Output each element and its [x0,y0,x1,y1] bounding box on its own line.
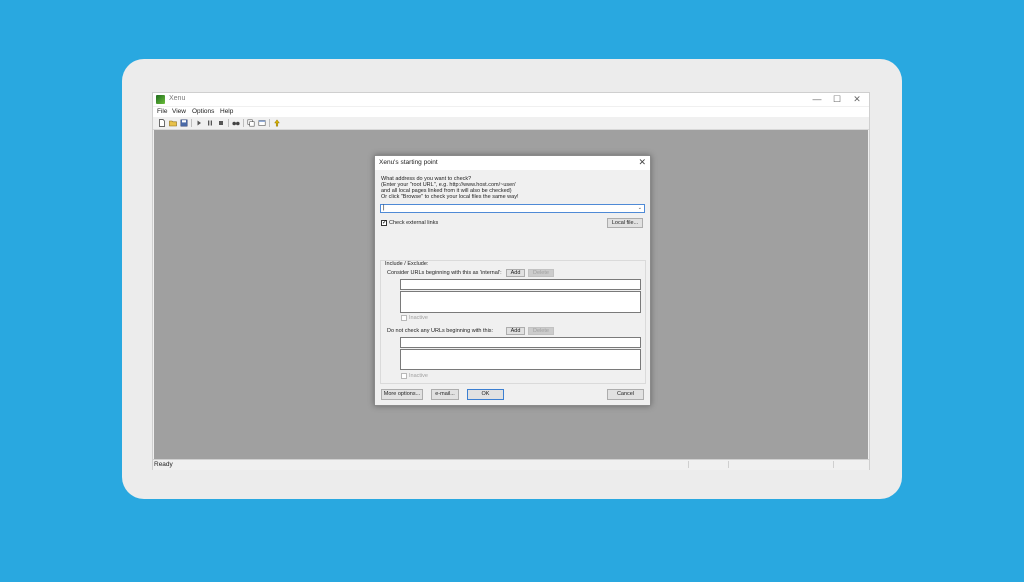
address-combobox[interactable]: | ⌄ [380,204,645,213]
status-segment [728,461,729,468]
close-window-button[interactable]: ✕ [847,93,867,106]
dialog-title: Xenu's starting point [379,159,438,166]
toolbar [153,117,869,130]
internal-inactive-checkbox[interactable] [401,315,407,321]
ok-button[interactable]: OK [467,389,504,400]
cancel-button[interactable]: Cancel [607,389,644,400]
new-file-icon[interactable] [158,119,166,127]
status-segment [833,461,834,468]
save-icon[interactable] [180,119,188,127]
status-segment [688,461,689,468]
dialog-titlebar[interactable]: Xenu's starting point ✕ [375,156,650,170]
status-bar: Ready [153,459,869,470]
menu-help[interactable]: Help [220,108,233,115]
toolbar-separator [191,119,192,127]
local-file-button[interactable]: Local file... [607,218,643,228]
menu-file[interactable]: File [157,108,167,115]
address-input-value: | [383,205,385,211]
starting-point-dialog: Xenu's starting point ✕ What address do … [374,155,651,406]
open-folder-icon[interactable] [169,119,177,127]
include-exclude-legend: Include / Exclude: [385,261,429,267]
window-title: Xenu [169,95,186,102]
toolbar-separator [243,119,244,127]
internal-url-list[interactable] [400,291,641,313]
menu-options[interactable]: Options [192,108,214,115]
internal-url-input[interactable] [400,279,641,290]
xenu-app-icon [156,95,165,104]
dialog-close-button[interactable]: ✕ [638,157,646,168]
help-icon[interactable] [273,119,281,127]
play-icon[interactable] [195,119,203,127]
properties-icon[interactable] [258,119,266,127]
exclude-url-list[interactable] [400,349,641,370]
internal-inactive-label[interactable]: Inactive [409,315,428,321]
exclude-delete-button[interactable]: Delete [528,327,554,335]
minimize-button[interactable]: — [807,93,827,106]
pause-icon[interactable] [206,119,214,127]
exclude-inactive-checkbox[interactable] [401,373,407,379]
maximize-button[interactable]: ☐ [827,93,847,106]
check-external-links-checkbox[interactable]: ✓ [381,220,387,226]
stop-icon[interactable] [217,119,225,127]
exclude-inactive-label[interactable]: Inactive [409,373,428,379]
do-not-check-label: Do not check any URLs beginning with thi… [387,328,494,334]
toolbar-separator [269,119,270,127]
window-titlebar[interactable]: Xenu — ☐ ✕ [153,93,869,106]
instruction-line: Or click "Browse" to check your local fi… [381,194,519,200]
more-options-button[interactable]: More options... [381,389,423,400]
internal-urls-label: Consider URLs beginning with this as 'in… [387,270,502,276]
chevron-down-icon[interactable]: ⌄ [638,205,642,212]
menu-view[interactable]: View [172,108,186,115]
find-icon[interactable] [232,119,240,127]
toolbar-separator [228,119,229,127]
check-external-links-label[interactable]: Check external links [389,220,438,226]
exclude-add-button[interactable]: Add [506,327,525,335]
exclude-url-input[interactable] [400,337,641,348]
menubar: File View Options Help [153,107,869,117]
internal-add-button[interactable]: Add [506,269,525,277]
status-text: Ready [154,461,173,468]
email-button[interactable]: e-mail... [431,389,459,400]
internal-delete-button[interactable]: Delete [528,269,554,277]
copy-icon[interactable] [247,119,255,127]
